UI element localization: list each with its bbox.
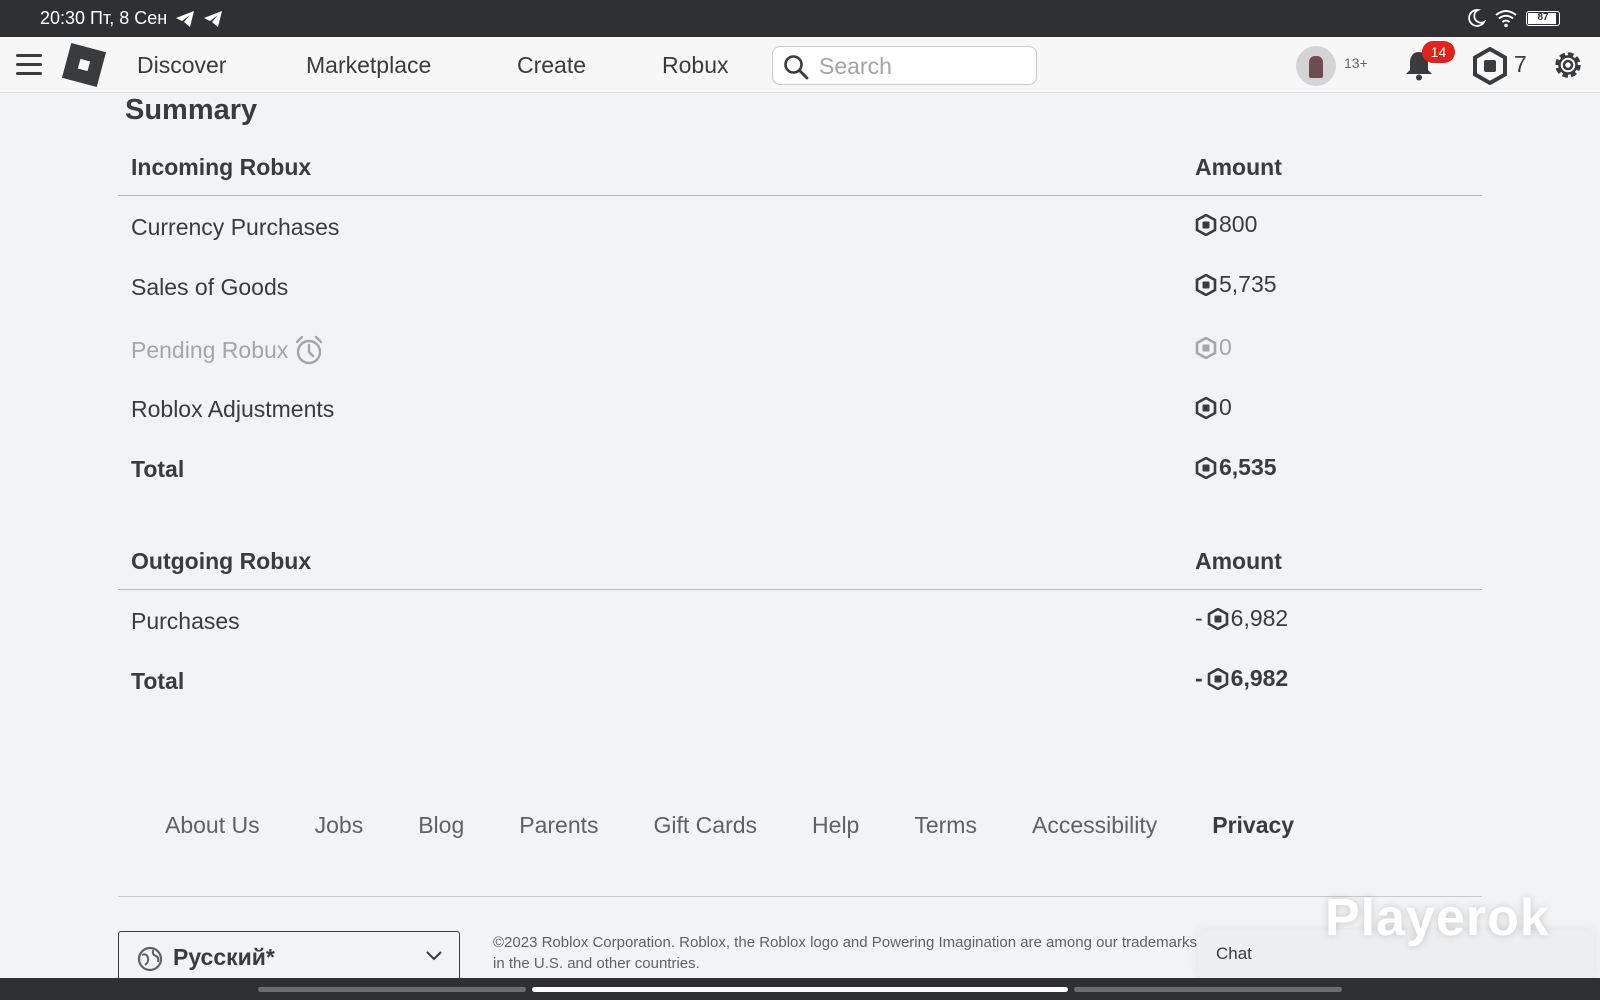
row-label: Pending Robux <box>131 334 325 366</box>
robux-icon <box>1195 456 1217 479</box>
row-label: Sales of Goods <box>131 274 289 300</box>
footer-divider <box>118 896 1482 897</box>
chevron-down-icon <box>426 951 442 961</box>
row-amount: -6,982 <box>1195 665 1289 691</box>
outgoing-robux-table: Outgoing Robux Amount Purchases -6,982 T… <box>118 530 1482 710</box>
row-amount: 5,735 <box>1195 271 1277 298</box>
robux-icon <box>1207 667 1228 690</box>
search-placeholder: Search <box>819 53 892 79</box>
amount-header: Amount <box>1195 548 1282 574</box>
row-amount: 0 <box>1195 334 1232 361</box>
status-time-date: 20:30 Пт, 8 Сен <box>40 8 168 28</box>
nav-discover[interactable]: Discover <box>137 52 226 79</box>
robux-icon <box>1195 213 1217 236</box>
robux-icon <box>1195 336 1217 359</box>
outgoing-header: Outgoing Robux <box>131 548 312 574</box>
footer-link-terms[interactable]: Terms <box>914 812 977 839</box>
globe-icon <box>137 946 163 972</box>
wifi-icon <box>1495 10 1517 28</box>
roblox-logo[interactable] <box>61 42 107 88</box>
battery-level: 87 <box>1537 11 1549 23</box>
avatar[interactable] <box>1296 46 1336 86</box>
footer-link-blog[interactable]: Blog <box>418 812 464 839</box>
table-row: Roblox Adjustments 0 <box>118 376 1482 436</box>
row-amount: 6,535 <box>1195 454 1277 481</box>
row-label: Total <box>131 668 185 694</box>
nav-marketplace[interactable]: Marketplace <box>306 52 431 79</box>
moon-icon <box>1468 9 1486 27</box>
menu-icon[interactable] <box>16 54 42 76</box>
alarm-clock-icon[interactable] <box>293 334 325 366</box>
robux-icon <box>1195 396 1217 419</box>
gesture-pill <box>258 987 526 992</box>
footer-link-parents[interactable]: Parents <box>519 812 598 839</box>
search-icon <box>784 55 809 80</box>
row-label: Currency Purchases <box>131 214 340 240</box>
telegram-icon <box>204 10 223 27</box>
robux-balance[interactable]: 7 <box>1514 51 1527 78</box>
footer-link-help[interactable]: Help <box>812 812 859 839</box>
page-title: Summary <box>125 94 258 126</box>
notification-badge: 14 <box>1422 41 1455 63</box>
row-amount: 800 <box>1195 211 1257 238</box>
gear-icon[interactable] <box>1550 47 1586 83</box>
top-navigation-bar: Discover Marketplace Create Robux Search… <box>0 37 1600 93</box>
robux-icon[interactable] <box>1472 47 1508 85</box>
copyright-text: ©2023 Roblox Corporation. Roblox, the Ro… <box>493 934 1197 972</box>
footer-link-accessibility[interactable]: Accessibility <box>1032 812 1157 839</box>
total-row: Total -6,982 <box>118 650 1482 710</box>
robux-icon <box>1207 607 1228 630</box>
language-value: Русский* <box>173 944 275 970</box>
table-row: Sales of Goods 5,735 <box>118 256 1482 316</box>
nav-robux[interactable]: Robux <box>662 52 728 79</box>
chat-label: Chat <box>1216 944 1252 963</box>
language-select[interactable]: Русский* <box>118 931 460 983</box>
row-amount: 0 <box>1195 394 1232 421</box>
robux-icon <box>1195 273 1217 296</box>
table-row: Currency Purchases 800 <box>118 196 1482 256</box>
total-row: Total 6,535 <box>118 436 1482 496</box>
amount-header: Amount <box>1195 154 1282 180</box>
gesture-pill[interactable] <box>532 987 1068 992</box>
row-amount: -6,982 <box>1195 605 1289 631</box>
gesture-pill <box>1074 987 1342 992</box>
age-label: 13+ <box>1344 55 1368 71</box>
nav-create[interactable]: Create <box>517 52 586 79</box>
table-header: Incoming Robux Amount <box>118 136 1482 196</box>
watermark: Playerok <box>1325 889 1550 947</box>
row-label: Total <box>131 456 185 482</box>
footer-link-jobs[interactable]: Jobs <box>315 812 364 839</box>
footer-links: About Us Jobs Blog Parents Gift Cards He… <box>165 812 1349 839</box>
table-row: Pending Robux 0 <box>118 316 1482 376</box>
system-status-bar: 20:30 Пт, 8 Сен 87 <box>0 0 1600 37</box>
footer-link-privacy[interactable]: Privacy <box>1212 812 1294 839</box>
navigation-gesture-bar <box>0 978 1600 1000</box>
incoming-robux-table: Incoming Robux Amount Currency Purchases… <box>118 136 1482 496</box>
table-row: Purchases -6,982 <box>118 590 1482 650</box>
incoming-header: Incoming Robux <box>131 154 312 180</box>
telegram-icon <box>176 10 195 27</box>
table-header: Outgoing Robux Amount <box>118 530 1482 590</box>
battery-icon: 87 <box>1526 10 1560 26</box>
footer-link-about-us[interactable]: About Us <box>165 812 260 839</box>
footer-link-gift-cards[interactable]: Gift Cards <box>654 812 758 839</box>
row-label: Roblox Adjustments <box>131 396 335 422</box>
search-input[interactable]: Search <box>772 46 1037 85</box>
row-label: Purchases <box>131 608 240 634</box>
